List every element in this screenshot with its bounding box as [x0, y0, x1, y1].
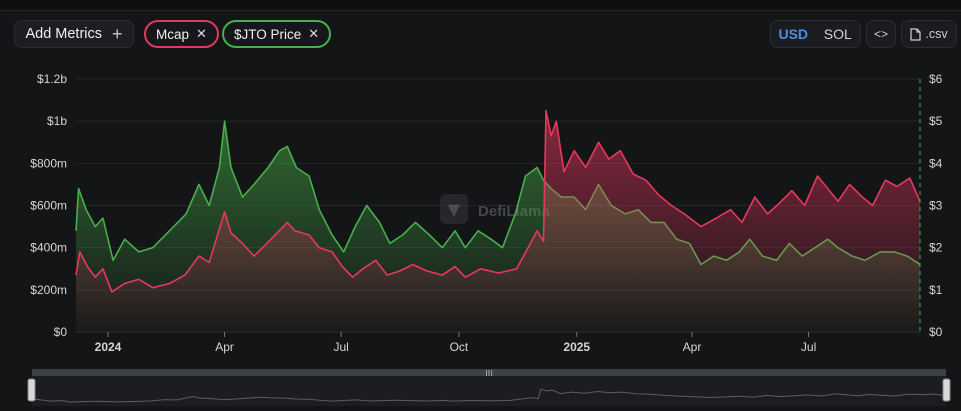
- y-left-tick-label: $1b: [47, 114, 67, 128]
- x-tick-label: Apr: [215, 340, 234, 354]
- x-axis: 2024 Apr Jul Oct 2025 Apr Jul: [76, 331, 920, 354]
- range-scroller[interactable]: |||: [0, 365, 961, 411]
- currency-option-sol[interactable]: SOL: [816, 26, 861, 42]
- close-icon[interactable]: ✕: [308, 26, 319, 42]
- top-edge: [0, 0, 961, 11]
- metric-chip-label: Mcap: [156, 26, 190, 42]
- y-left-tick-label: $0: [54, 325, 68, 339]
- metric-chip-jto-price[interactable]: $JTO Price ✕: [222, 20, 332, 48]
- y-right-tick-label: $4: [929, 156, 943, 170]
- add-metrics-label: Add Metrics: [25, 26, 103, 42]
- x-tick-label: Apr: [683, 340, 702, 354]
- y-left-tick-label: $800m: [30, 156, 67, 170]
- x-tick-label: Jul: [333, 340, 348, 354]
- x-tick-label: Jul: [801, 340, 816, 354]
- currency-option-usd[interactable]: USD: [771, 26, 816, 42]
- y-right-tick-label: $3: [929, 199, 943, 213]
- scroller-track: [32, 376, 946, 406]
- y-right-tick-label: $5: [929, 114, 943, 128]
- scroller-left-handle[interactable]: [27, 378, 36, 402]
- embed-button[interactable]: <>: [866, 20, 896, 48]
- file-icon: [910, 27, 921, 41]
- csv-download-button[interactable]: .csv: [901, 20, 957, 48]
- currency-toggle: USD SOL: [770, 20, 861, 48]
- left-axis: $0 $200m $400m $600m $800m $1b $1.2b: [30, 72, 67, 339]
- x-tick-label: 2025: [563, 340, 590, 354]
- close-icon[interactable]: ✕: [196, 26, 207, 42]
- llama-logo-icon: ▼: [448, 200, 461, 219]
- x-tick-label: Oct: [450, 340, 469, 354]
- metric-chip-mcap[interactable]: Mcap ✕: [144, 20, 219, 48]
- code-icon: <>: [873, 27, 888, 41]
- y-right-tick-label: $1: [929, 283, 943, 297]
- csv-label: .csv: [925, 27, 948, 41]
- plus-icon: +: [112, 24, 123, 44]
- y-left-tick-label: $600m: [30, 199, 67, 213]
- series-layer: [75, 109, 921, 332]
- right-axis: $0 $1 $2 $3 $4 $5 $6: [919, 72, 943, 339]
- metric-chip-label: $JTO Price: [234, 26, 302, 42]
- y-left-tick-label: $1.2b: [37, 72, 67, 86]
- y-left-tick-label: $200m: [30, 283, 67, 297]
- y-left-tick-label: $400m: [30, 241, 67, 255]
- y-right-tick-label: $6: [929, 72, 943, 86]
- y-right-tick-label: $0: [929, 325, 943, 339]
- y-right-tick-label: $2: [929, 241, 943, 255]
- chart-area: ▼ DefiLlama $0$200m$400m$600m$800m$1b$1.…: [30, 72, 943, 354]
- add-metrics-button[interactable]: Add Metrics +: [14, 20, 134, 48]
- x-tick-label: 2024: [95, 340, 122, 354]
- scroller-right-handle[interactable]: [942, 378, 951, 402]
